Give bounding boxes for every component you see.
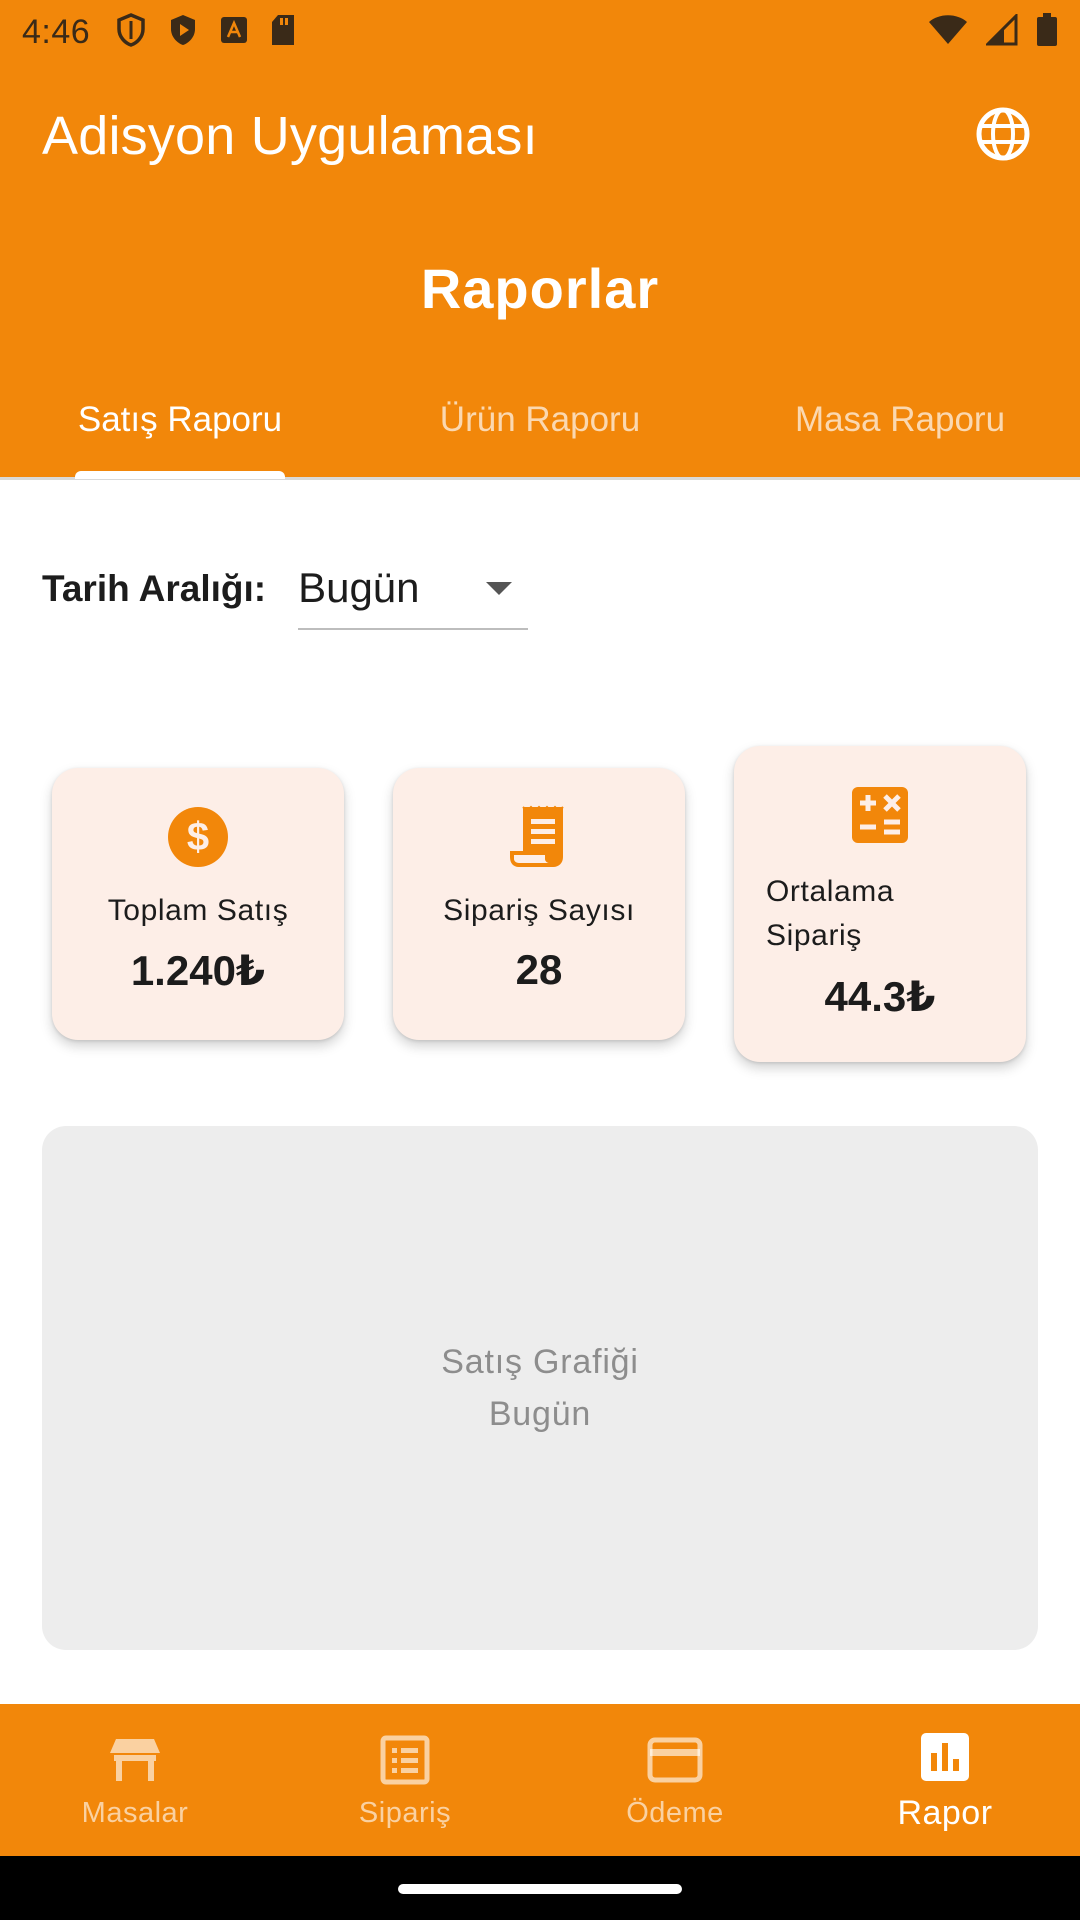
tab-product-report[interactable]: Ürün Raporu xyxy=(360,368,720,477)
sales-chart-placeholder: Satış Grafiği Bugün xyxy=(42,1126,1038,1650)
order-count-card: Sipariş Sayısı 28 xyxy=(393,768,685,1040)
chart-subtitle: Bugün xyxy=(488,1395,592,1433)
status-time: 4:46 xyxy=(22,12,91,51)
home-gesture-handle[interactable] xyxy=(398,1884,682,1894)
date-range-value: Bugün xyxy=(298,564,420,611)
chart-title: Satış Grafiği xyxy=(441,1343,639,1381)
nav-label: Masalar xyxy=(81,1796,189,1829)
status-bar: 4:46 xyxy=(0,0,1080,64)
signal-icon xyxy=(984,11,1018,51)
nav-item-report[interactable]: Rapor xyxy=(810,1704,1080,1856)
battery-icon xyxy=(1036,12,1058,52)
shield-icon xyxy=(116,12,146,52)
tab-label: Ürün Raporu xyxy=(439,399,641,439)
system-navigation-bar xyxy=(0,1856,1080,1920)
bar-chart-icon xyxy=(916,1728,974,1786)
tab-sales-report[interactable]: Satış Raporu xyxy=(0,368,360,479)
stat-value: 1.240₺ xyxy=(130,947,266,994)
credit-card-icon xyxy=(646,1731,704,1789)
tab-label: Masa Raporu xyxy=(794,399,1006,439)
date-range-label: Tarih Aralığı: xyxy=(42,568,267,609)
average-order-card: Ortalama Sipariş 44.3₺ xyxy=(734,746,1026,1062)
nav-item-tables[interactable]: Masalar xyxy=(0,1704,270,1856)
dropdown-arrow-icon xyxy=(486,581,513,595)
app-bar: Adisyon Uygulaması xyxy=(0,64,1080,208)
app-title: Adisyon Uygulaması xyxy=(42,106,538,166)
order-list-icon xyxy=(376,1731,434,1789)
font-icon xyxy=(220,16,248,49)
nav-item-order[interactable]: Sipariş xyxy=(270,1704,540,1856)
calculator-icon xyxy=(847,782,913,848)
language-button[interactable] xyxy=(968,101,1038,171)
sd-card-icon xyxy=(270,14,296,51)
dollar-circle-icon: $ xyxy=(165,804,231,870)
stat-value: 44.3₺ xyxy=(824,973,936,1020)
play-shield-icon xyxy=(168,13,198,52)
page-heading: Raporlar xyxy=(0,208,1080,368)
total-sales-card: $ Toplam Satış 1.240₺ xyxy=(52,768,344,1040)
page-title: Raporlar xyxy=(420,256,660,320)
nav-label: Sipariş xyxy=(358,1796,452,1829)
stat-label: Ortalama Sipariş xyxy=(766,875,895,952)
nav-item-payment[interactable]: Ödeme xyxy=(540,1704,810,1856)
table-icon xyxy=(106,1731,164,1789)
tab-table-report[interactable]: Masa Raporu xyxy=(720,368,1080,477)
globe-icon xyxy=(975,106,1031,167)
receipt-icon xyxy=(506,804,572,870)
svg-text:$: $ xyxy=(187,815,209,859)
nav-label: Ödeme xyxy=(626,1796,724,1829)
stat-value: 28 xyxy=(515,946,563,993)
nav-label: Rapor xyxy=(897,1793,993,1832)
wifi-icon xyxy=(928,14,968,51)
tab-label: Satış Raporu xyxy=(77,399,283,439)
date-range-row: Tarih Aralığı: Bugün xyxy=(42,548,529,630)
stat-label: Toplam Satış xyxy=(107,894,289,927)
date-range-dropdown[interactable]: Bugün xyxy=(298,548,529,630)
stat-label: Sipariş Sayısı xyxy=(443,894,635,927)
report-tabs: Satış Raporu Ürün Raporu Masa Raporu xyxy=(0,368,1080,480)
bottom-navigation: Masalar Sipariş Ödeme Rapor xyxy=(0,1704,1080,1856)
active-tab-indicator xyxy=(75,471,285,479)
